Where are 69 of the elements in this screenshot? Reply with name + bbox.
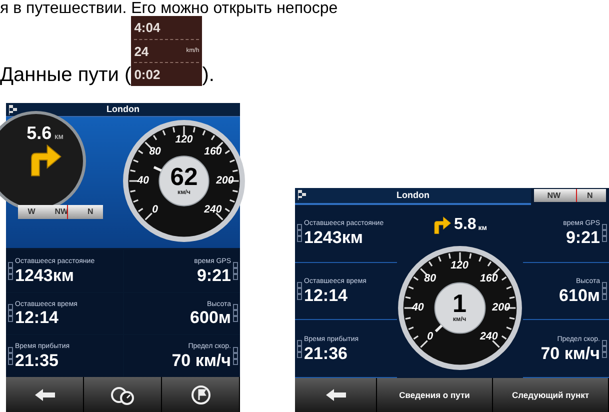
scale-label: 200 (216, 176, 234, 186)
segment-indicator-icon (297, 282, 302, 300)
compass-label: N (87, 208, 94, 216)
paragraph-text: ). (202, 64, 214, 86)
scale-label: 240 (480, 332, 498, 343)
flag-button[interactable] (162, 377, 240, 412)
field-value: 21:35 (15, 352, 58, 370)
field-value: 610м (559, 286, 600, 304)
gauges-button[interactable] (84, 377, 162, 412)
field-value: 600м (190, 309, 231, 326)
segment-indicator-icon (233, 262, 238, 280)
scale-label: 160 (204, 146, 222, 158)
paragraph-text: я в путешествии. Его можно открыть непосре (0, 0, 339, 17)
segment-indicator-icon (233, 347, 238, 366)
nav-button[interactable]: Следующий пункт (493, 378, 609, 412)
window-title: London (396, 191, 430, 200)
segment-indicator-icon (233, 304, 238, 322)
scale-label: 0 (427, 332, 434, 343)
back-button[interactable] (295, 378, 377, 412)
back-arrow-icon (32, 386, 56, 402)
scale-label: 160 (480, 273, 498, 284)
scale-label: 240 (204, 204, 222, 216)
scale-label: 200 (492, 302, 510, 314)
speed-needle (434, 324, 442, 332)
speed-needle (153, 166, 162, 172)
speed-reading: 1 (452, 292, 467, 318)
trip-value: 4:04 (134, 20, 160, 34)
checkered-flag-icon (9, 105, 17, 115)
segment-indicator-icon (297, 224, 302, 242)
field-value: 1243км (304, 229, 363, 246)
window-title: London (106, 105, 140, 114)
compass-label: N (586, 192, 593, 200)
field-value: 12:14 (15, 309, 58, 326)
field-value: 12:14 (304, 286, 348, 304)
segment-indicator-icon (8, 304, 13, 322)
trip-value: 0:02 (134, 68, 160, 82)
segment-indicator-icon (602, 340, 607, 358)
segment-indicator-icon (8, 262, 13, 280)
segment-indicator-icon (297, 340, 302, 358)
segment-indicator-icon (602, 224, 607, 242)
speed-reading: 62 (170, 166, 198, 190)
compass-label: W (28, 208, 36, 216)
scale-label: 40 (137, 176, 149, 186)
field-value: 70 км/ч (172, 352, 231, 370)
field-value: 70 км/ч (540, 344, 600, 362)
compass-label: NW (547, 192, 561, 200)
field-value: 9:21 (566, 229, 600, 246)
flag-icon (190, 384, 210, 404)
scale-label: 120 (450, 261, 468, 272)
gauges-icon (110, 384, 136, 404)
segment-indicator-icon (602, 282, 607, 300)
turn-right-arrow-icon (432, 215, 452, 235)
paragraph-text: Данные пути ( (0, 64, 132, 86)
checkered-flag-icon (298, 190, 306, 200)
trip-value: 24 (134, 44, 149, 58)
field-value: 21:36 (304, 344, 348, 362)
nav-button[interactable]: Сведения о пути (377, 378, 493, 412)
back-arrow-icon (324, 387, 348, 403)
scale-label: 40 (412, 302, 424, 314)
scale-label: 80 (424, 273, 436, 284)
field-value: 9:21 (196, 266, 231, 284)
scale-label: 0 (152, 204, 158, 216)
field-value: 1243км (15, 266, 74, 284)
segment-indicator-icon (8, 347, 13, 366)
turn-distance: 5.6 (26, 124, 52, 142)
back-button[interactable] (6, 377, 84, 412)
scale-label: 120 (175, 134, 193, 146)
turn-distance: 5.8 (454, 217, 476, 233)
scale-label: 80 (149, 146, 161, 158)
